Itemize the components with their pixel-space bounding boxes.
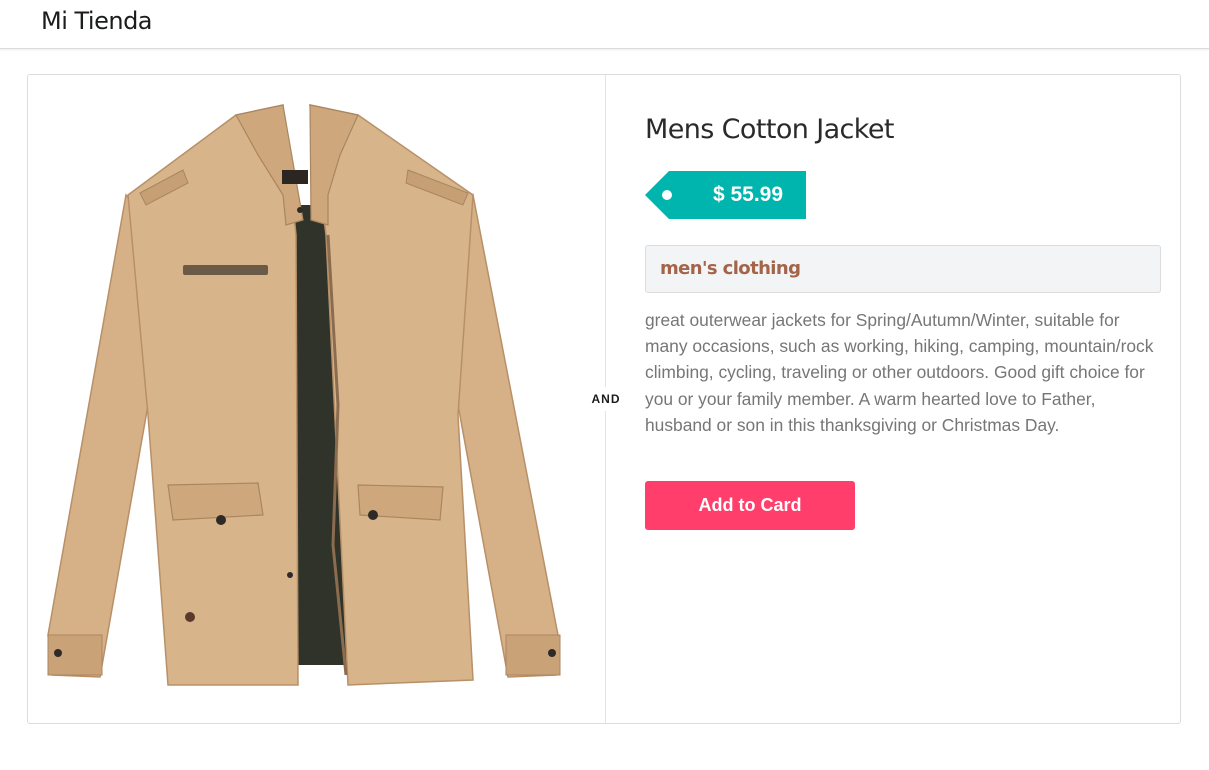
divider-label: AND: [587, 387, 625, 411]
product-card: AND Mens Cotton Jacket $ 55.99 men's clo…: [27, 74, 1181, 724]
jacket-illustration: [47, 104, 561, 686]
brand-title[interactable]: Mi Tienda: [41, 6, 153, 36]
price-tag: $ 55.99: [645, 171, 806, 219]
product-price: $ 55.99: [712, 183, 784, 206]
category-label: men's clothing: [645, 245, 1161, 293]
add-to-cart-button[interactable]: Add to Card: [645, 481, 855, 530]
product-description: great outerwear jackets for Spring/Autum…: [645, 310, 1154, 435]
product-title: Mens Cotton Jacket: [645, 114, 894, 145]
product-image: [28, 75, 606, 723]
top-bar: Mi Tienda: [0, 0, 1209, 49]
